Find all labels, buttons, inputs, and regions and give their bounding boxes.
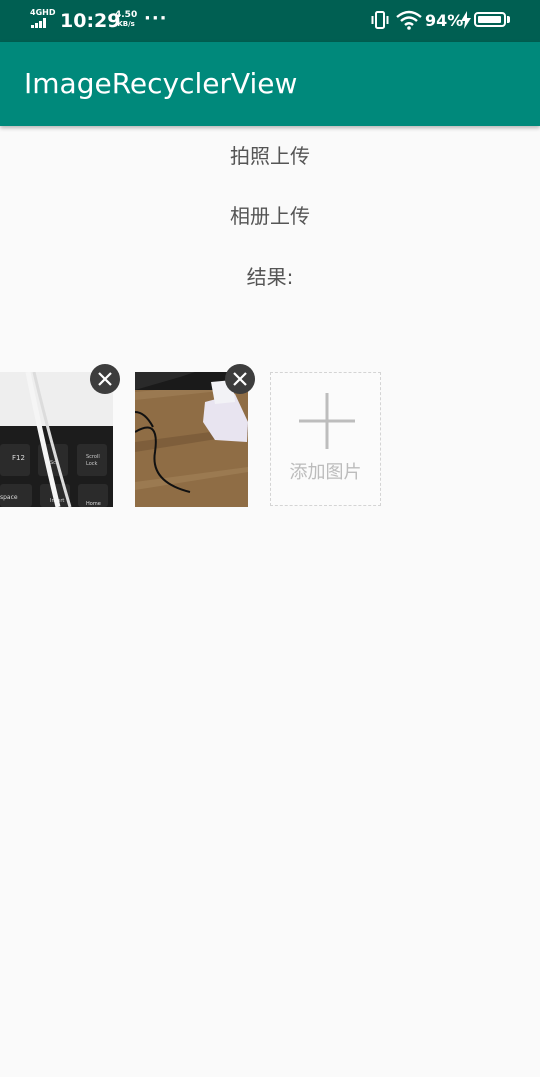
charging-icon <box>461 11 471 29</box>
vibrate-icon <box>371 11 389 29</box>
wifi-icon <box>396 10 422 30</box>
delete-image-2-button[interactable] <box>225 364 255 394</box>
close-icon <box>98 372 112 386</box>
signal-icon <box>31 18 49 28</box>
svg-text:Home: Home <box>86 501 101 507</box>
svg-text:F12: F12 <box>12 454 25 462</box>
svg-text:Scroll: Scroll <box>86 454 100 460</box>
take-photo-button[interactable]: 拍照上传 <box>0 142 540 170</box>
app-title: ImageRecyclerView <box>24 67 298 100</box>
network-speed-unit: KB/s <box>117 20 135 28</box>
add-image-button[interactable]: 添加图片 <box>270 372 381 506</box>
status-bar: 4GHD 10:29 4.50 KB/s ··· 94% <box>0 0 540 42</box>
app-bar: ImageRecyclerView <box>0 42 540 126</box>
clock: 10:29 <box>60 10 121 32</box>
delete-image-1-button[interactable] <box>90 364 120 394</box>
result-label: 结果: <box>246 265 294 289</box>
album-upload-button[interactable]: 相册上传 <box>0 202 540 230</box>
more-notifications-icon: ··· <box>144 8 168 29</box>
add-image-label: 添加图片 <box>289 462 362 483</box>
network-speed-value: 4.50 <box>115 10 138 20</box>
battery-icon <box>474 12 506 27</box>
svg-text:Lock: Lock <box>86 461 98 467</box>
plus-icon <box>299 393 355 449</box>
battery-tip <box>507 16 510 23</box>
battery-percent: 94% <box>425 11 464 30</box>
svg-text:Sc: Sc <box>50 460 56 466</box>
close-icon <box>233 372 247 386</box>
network-speed: 4.50 KB/s <box>115 11 137 29</box>
svg-text:space: space <box>0 494 18 501</box>
battery-level <box>478 16 501 23</box>
network-type: 4GHD <box>30 8 56 17</box>
